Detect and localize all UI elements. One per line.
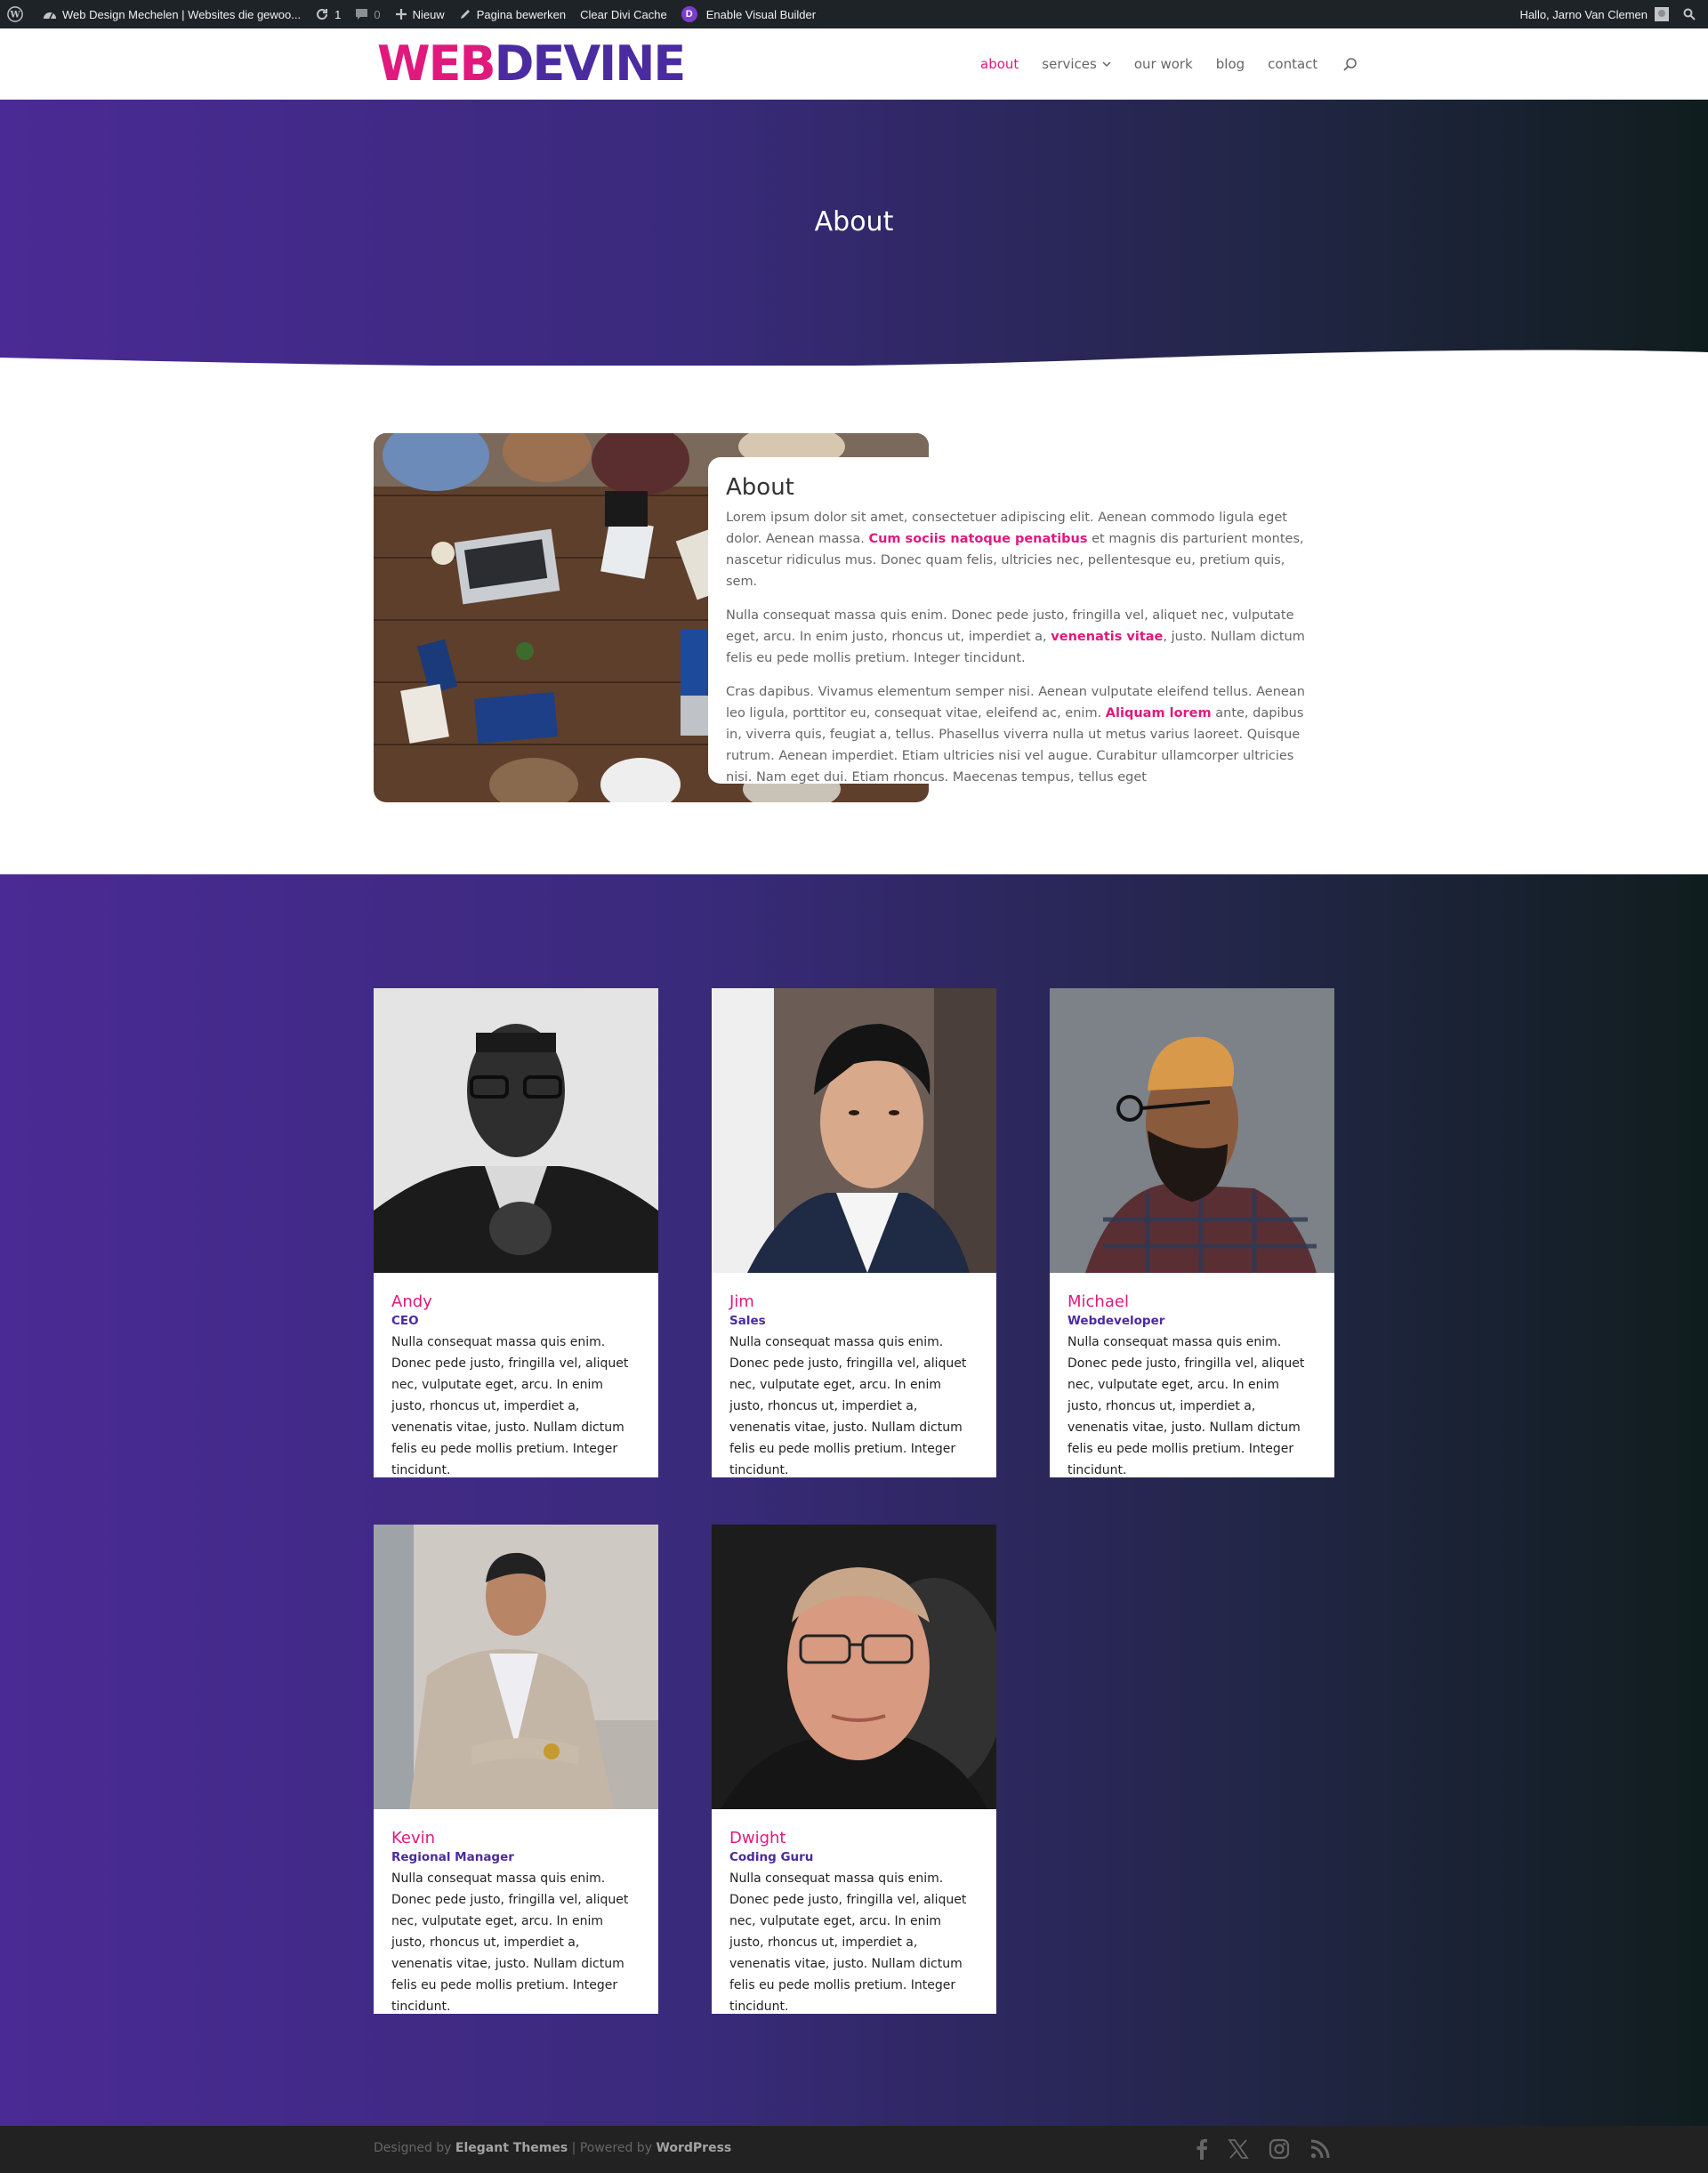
about-heading: About — [726, 474, 794, 501]
team-card-kevin: Kevin Regional Manager Nulla consequat m… — [374, 1525, 658, 2014]
nav-our-work[interactable]: our work — [1134, 56, 1193, 72]
admin-search-button[interactable] — [1676, 0, 1708, 28]
rss-icon[interactable] — [1309, 2138, 1331, 2160]
site-footer: Designed by Elegant Themes | Powered by … — [0, 2126, 1708, 2173]
nav-contact[interactable]: contact — [1268, 56, 1317, 72]
new-label: Nieuw — [412, 7, 445, 21]
about-p1-highlight: Cum sociis natoque penatibus — [868, 532, 1088, 546]
site-logo[interactable]: WEBDEVINE — [377, 40, 686, 88]
about-paragraph-3: Cras dapibus. Vivamus elementum semper n… — [726, 681, 1306, 788]
updates-count: 1 — [334, 7, 342, 21]
nav-about[interactable]: about — [980, 56, 1019, 72]
social-links — [1176, 2138, 1331, 2160]
member-bio: Nulla consequat massa quis enim. Donec p… — [391, 1871, 629, 2014]
about-paragraph-1: Lorem ipsum dolor sit amet, consectetuer… — [726, 507, 1306, 592]
search-icon[interactable] — [1342, 57, 1358, 72]
edit-label: Pagina bewerken — [476, 7, 567, 21]
comments-button[interactable]: 0 — [348, 0, 387, 28]
chevron-down-icon — [1102, 61, 1111, 68]
team-card-andy: Andy CEO Nulla consequat massa quis enim… — [374, 988, 658, 1477]
member-bio: Nulla consequat massa quis enim. Donec p… — [391, 1335, 629, 1477]
member-name: Kevin — [391, 1829, 436, 1847]
card-info: Dwight Coding Guru Nulla consequat massa… — [712, 1809, 996, 2017]
card-info: Michael Webdeveloper Nulla consequat mas… — [1050, 1273, 1334, 1481]
avatar — [1655, 7, 1669, 21]
site-title: Web Design Mechelen | Websites die gewoo… — [62, 7, 302, 21]
member-role: Regional Manager — [391, 1850, 514, 1864]
credits-powered-by: | Powered by — [568, 2141, 657, 2155]
nav-services[interactable]: services — [1042, 56, 1111, 72]
visual-builder-label: Enable Visual Builder — [705, 7, 817, 21]
about-p2-highlight: venenatis vitae — [1051, 630, 1164, 644]
dashboard-icon — [44, 12, 56, 20]
credits-designed-by: Designed by — [374, 2141, 455, 2155]
member-name: Jim — [729, 1292, 754, 1311]
elegant-themes-link[interactable]: Elegant Themes — [455, 2141, 568, 2155]
comment-icon — [356, 9, 368, 20]
wave-divider — [0, 350, 1708, 366]
new-content-button[interactable]: Nieuw — [388, 0, 452, 28]
team-section: Andy CEO Nulla consequat massa quis enim… — [0, 874, 1708, 2126]
wordpress-icon: W — [7, 6, 23, 22]
wordpress-link[interactable]: WordPress — [656, 2141, 731, 2155]
member-bio: Nulla consequat massa quis enim. Donec p… — [729, 1871, 967, 2014]
logo-text-devine: DEVINE — [494, 36, 687, 92]
jim-photo — [712, 988, 996, 1273]
dwight-photo — [712, 1525, 996, 1809]
member-name: Andy — [391, 1292, 432, 1311]
member-bio: Nulla consequat massa quis enim. Donec p… — [729, 1335, 967, 1477]
michael-photo — [1050, 988, 1334, 1273]
team-card-michael: Michael Webdeveloper Nulla consequat mas… — [1050, 988, 1334, 1477]
nav-blog[interactable]: blog — [1216, 56, 1245, 72]
clear-cache-button[interactable]: Clear Divi Cache — [573, 0, 674, 28]
updates-button[interactable]: 1 — [308, 0, 348, 28]
instagram-icon[interactable] — [1269, 2138, 1290, 2160]
nav-services-label: services — [1042, 56, 1097, 72]
member-role: Sales — [729, 1314, 766, 1328]
admin-bar: W Web Design Mechelen | Websites die gew… — [0, 0, 1708, 28]
about-paragraph-2: Nulla consequat massa quis enim. Donec p… — [726, 605, 1306, 669]
card-info: Jim Sales Nulla consequat massa quis eni… — [712, 1273, 996, 1481]
andy-photo — [374, 988, 658, 1273]
visual-builder-button[interactable]: D Enable Visual Builder — [674, 0, 823, 28]
clear-cache-label: Clear Divi Cache — [580, 7, 667, 21]
pencil-icon — [460, 10, 470, 19]
user-greeting: Hallo, Jarno Van Clemen — [1519, 7, 1648, 21]
site-header: WEBDEVINE about services our work blog c… — [0, 28, 1708, 100]
divi-logo-icon: D — [681, 6, 697, 22]
wordpress-logo-button[interactable]: W — [0, 0, 36, 28]
edit-page-button[interactable]: Pagina bewerken — [452, 0, 573, 28]
user-account-menu[interactable]: Hallo, Jarno Van Clemen — [1512, 0, 1676, 28]
team-card-dwight: Dwight Coding Guru Nulla consequat massa… — [712, 1525, 996, 2014]
page-title: About — [814, 206, 894, 237]
member-name: Michael — [1068, 1292, 1129, 1311]
search-icon — [1683, 8, 1696, 20]
hero-section: About — [0, 100, 1708, 366]
footer-credits: Designed by Elegant Themes | Powered by … — [374, 2141, 731, 2155]
x-icon[interactable] — [1228, 2138, 1249, 2160]
card-info: Andy CEO Nulla consequat massa quis enim… — [374, 1273, 658, 1481]
member-role: CEO — [391, 1314, 419, 1328]
main-navigation: about services our work blog contact — [980, 28, 1358, 100]
member-role: Webdeveloper — [1068, 1314, 1165, 1328]
comments-count: 0 — [374, 7, 381, 21]
member-name: Dwight — [729, 1829, 786, 1847]
plus-icon — [395, 9, 407, 20]
member-bio: Nulla consequat massa quis enim. Donec p… — [1068, 1335, 1305, 1477]
kevin-photo — [374, 1525, 658, 1809]
site-name-link[interactable]: Web Design Mechelen | Websites die gewoo… — [36, 0, 308, 28]
card-info: Kevin Regional Manager Nulla consequat m… — [374, 1809, 658, 2017]
refresh-icon — [317, 9, 328, 20]
about-p3-highlight: Aliquam lorem — [1105, 706, 1212, 720]
facebook-icon[interactable] — [1196, 2138, 1208, 2160]
about-text-card: About Lorem ipsum dolor sit amet, consec… — [708, 457, 1324, 785]
svg-text:W: W — [9, 11, 20, 20]
logo-text-web: WEB — [377, 36, 496, 92]
member-role: Coding Guru — [729, 1850, 814, 1864]
team-card-jim: Jim Sales Nulla consequat massa quis eni… — [712, 988, 996, 1477]
